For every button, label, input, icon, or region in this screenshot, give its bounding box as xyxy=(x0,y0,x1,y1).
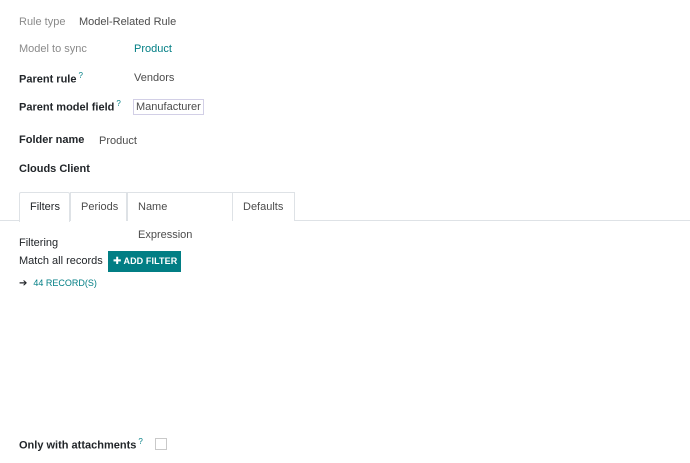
match-all-selector[interactable]: all xyxy=(52,255,63,267)
tab-periods[interactable]: Periods xyxy=(70,192,127,221)
records-count: 44 RECORD(S) xyxy=(33,278,97,288)
only-with-attachments-text: Only with attachments xyxy=(19,439,137,452)
folder-name-value[interactable]: Product xyxy=(99,135,137,147)
only-with-attachments-label: Only with attachments? xyxy=(19,437,143,452)
help-tooltip-icon[interactable]: ? xyxy=(138,437,142,446)
parent-rule-value[interactable]: Vendors xyxy=(134,72,174,84)
parent-model-field-input[interactable]: Manufacturer xyxy=(133,99,204,115)
plus-icon: ✚ xyxy=(113,256,122,267)
model-to-sync-label: Model to sync xyxy=(19,43,87,55)
filtering-title: Filtering xyxy=(19,237,59,249)
records-link[interactable]: ➔ 44 RECORD(S) xyxy=(19,278,97,289)
tab-filters[interactable]: Filters xyxy=(19,192,70,222)
tab-name-expression[interactable]: Name Expression xyxy=(127,192,233,241)
tab-defaults[interactable]: Defaults xyxy=(232,192,295,221)
rule-type-value: Model-Related Rule xyxy=(79,16,177,28)
match-suffix: records xyxy=(66,255,103,267)
only-with-attachments-checkbox[interactable] xyxy=(155,438,167,450)
folder-name-label: Folder name xyxy=(19,134,85,146)
match-text: Match all records xyxy=(19,255,103,267)
parent-model-field-label: Parent model field? xyxy=(19,99,121,114)
help-tooltip-icon[interactable]: ? xyxy=(116,99,120,108)
arrow-right-icon: ➔ xyxy=(19,278,28,289)
clouds-client-label: Clouds Client xyxy=(19,163,90,175)
add-filter-label: ADD FILTER xyxy=(123,256,178,266)
model-to-sync-link[interactable]: Product xyxy=(134,43,172,55)
add-filter-button[interactable]: ✚ ADD FILTER xyxy=(108,251,181,272)
parent-model-field-label-text: Parent model field xyxy=(19,101,115,114)
match-prefix: Match xyxy=(19,255,49,267)
help-tooltip-icon[interactable]: ? xyxy=(78,71,82,80)
parent-rule-label-text: Parent rule xyxy=(19,73,77,86)
parent-rule-label: Parent rule? xyxy=(19,71,83,86)
rule-type-label: Rule type xyxy=(19,16,66,28)
